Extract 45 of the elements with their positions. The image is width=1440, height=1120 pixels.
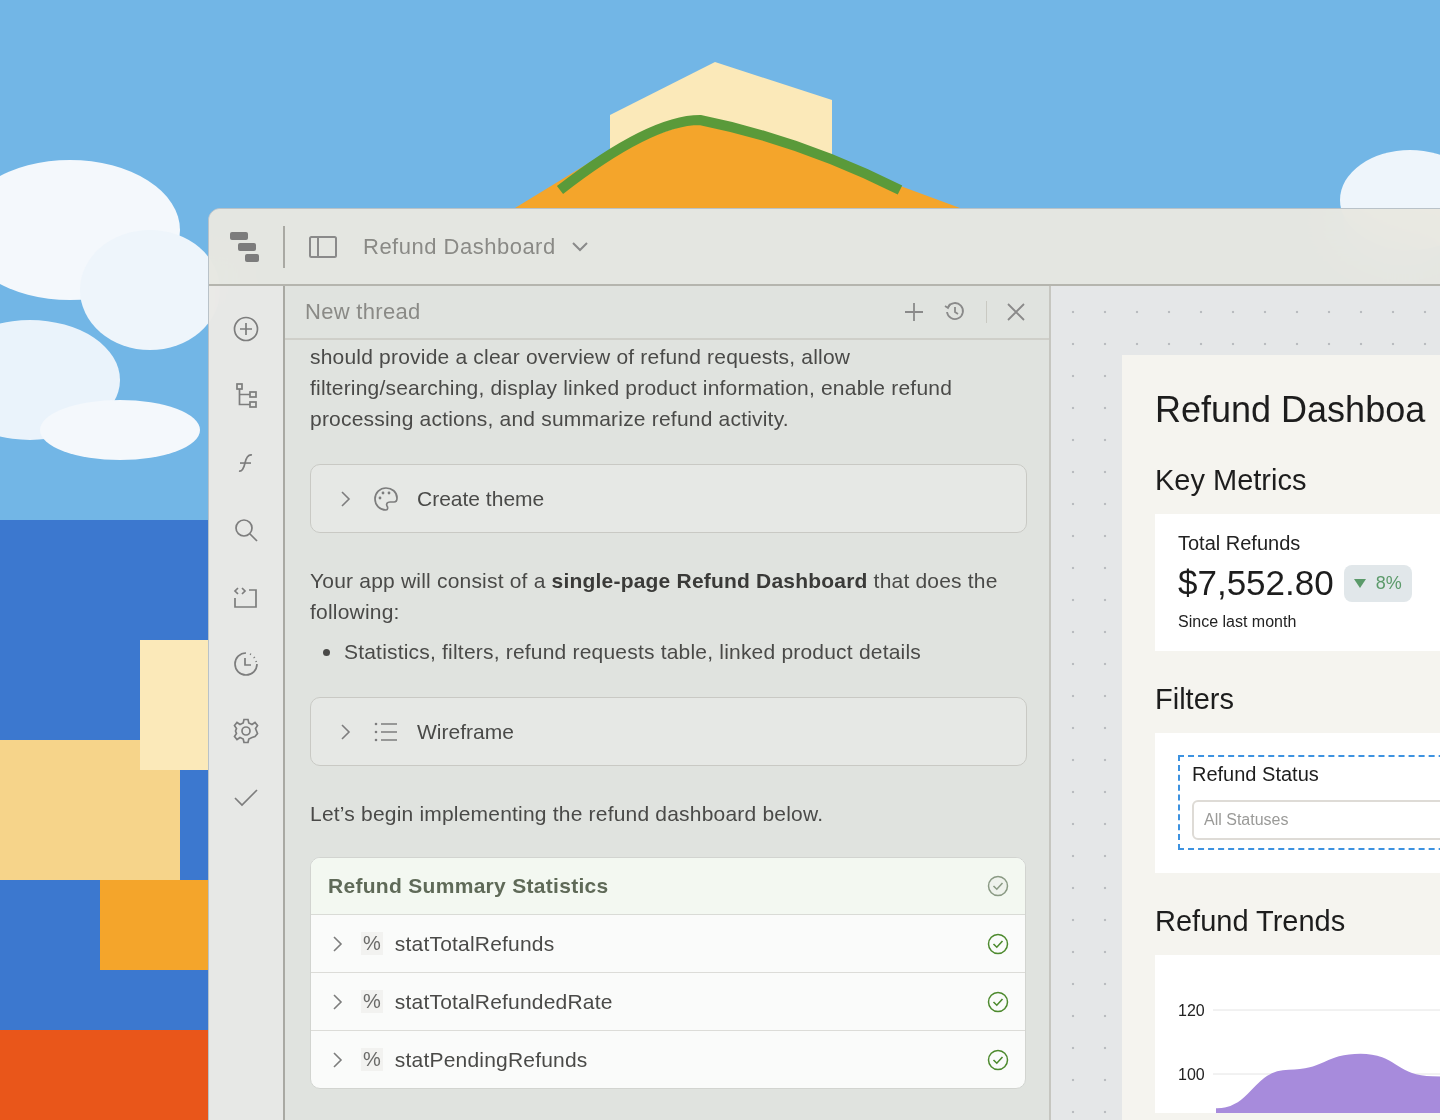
task-row[interactable]: % statPendingRefunds: [311, 1031, 1025, 1088]
task-row[interactable]: % statTotalRefunds: [311, 915, 1025, 973]
logo-icon: [229, 230, 261, 263]
settings-icon[interactable]: [233, 718, 259, 744]
task-label: statTotalRefunds: [394, 931, 556, 956]
add-icon[interactable]: [904, 302, 924, 322]
tree-icon[interactable]: [233, 383, 259, 409]
task-row[interactable]: % statTotalRefundedRate: [311, 973, 1025, 1031]
change-badge: 8%: [1343, 564, 1412, 602]
bullet-text: Statistics, filters, refund requests table, linked product details: [344, 639, 921, 665]
bullet-dot: [323, 648, 330, 656]
message-text: should provide a clear overview of refund requests, allow filtering/searching, display linked product information, enable refund processing actions, and summarize refund activity.: [310, 344, 954, 432]
history-icon[interactable]: [944, 301, 966, 323]
filter-label: Refund Status: [1192, 763, 1320, 786]
section-title: Filters: [1155, 682, 1235, 717]
task-label: statTotalRefundedRate: [394, 989, 614, 1014]
step-card[interactable]: Wireframe: [310, 697, 1027, 766]
close-icon[interactable]: [1007, 303, 1025, 321]
status-select[interactable]: All Statuses: [1192, 800, 1440, 840]
code-frame-icon[interactable]: [233, 584, 259, 610]
metric-note: Since last month: [1178, 613, 1298, 631]
percent-symbol: %: [361, 932, 383, 955]
sidebar-toggle-icon[interactable]: [309, 234, 337, 259]
tick-label: 120: [1178, 1002, 1205, 1019]
task-label: statPendingRefunds: [394, 1047, 589, 1072]
search-icon[interactable]: [233, 517, 259, 543]
clock-icon[interactable]: [233, 651, 259, 677]
tick-label: 100: [1178, 1066, 1205, 1083]
message-text: Let’s begin implementing the refund dashboard below.: [310, 801, 825, 827]
step-card[interactable]: Create theme: [310, 464, 1027, 533]
section-title: Refund Trends: [1155, 904, 1347, 939]
palette-icon: [373, 485, 399, 512]
metric-value: $7,552.80: [1178, 563, 1334, 603]
percent-symbol: %: [361, 1048, 383, 1071]
chevron-down-icon: [571, 241, 588, 252]
percent-symbol: %: [361, 990, 383, 1013]
step-label: Wireframe: [417, 719, 514, 744]
add-circle-icon[interactable]: [233, 316, 259, 342]
step-label: Create theme: [417, 486, 545, 511]
thread-title: New thread: [305, 299, 422, 325]
dashboard-title: Refund Dashboa: [1155, 388, 1427, 432]
metric-label: Total Refunds: [1178, 532, 1302, 555]
task-group-title: Refund Summary Statistics: [328, 874, 609, 898]
message-text: Your app will consist of a single-page Refund Dashboard that does the following:: [310, 568, 999, 625]
section-title: Key Metrics: [1155, 463, 1308, 498]
